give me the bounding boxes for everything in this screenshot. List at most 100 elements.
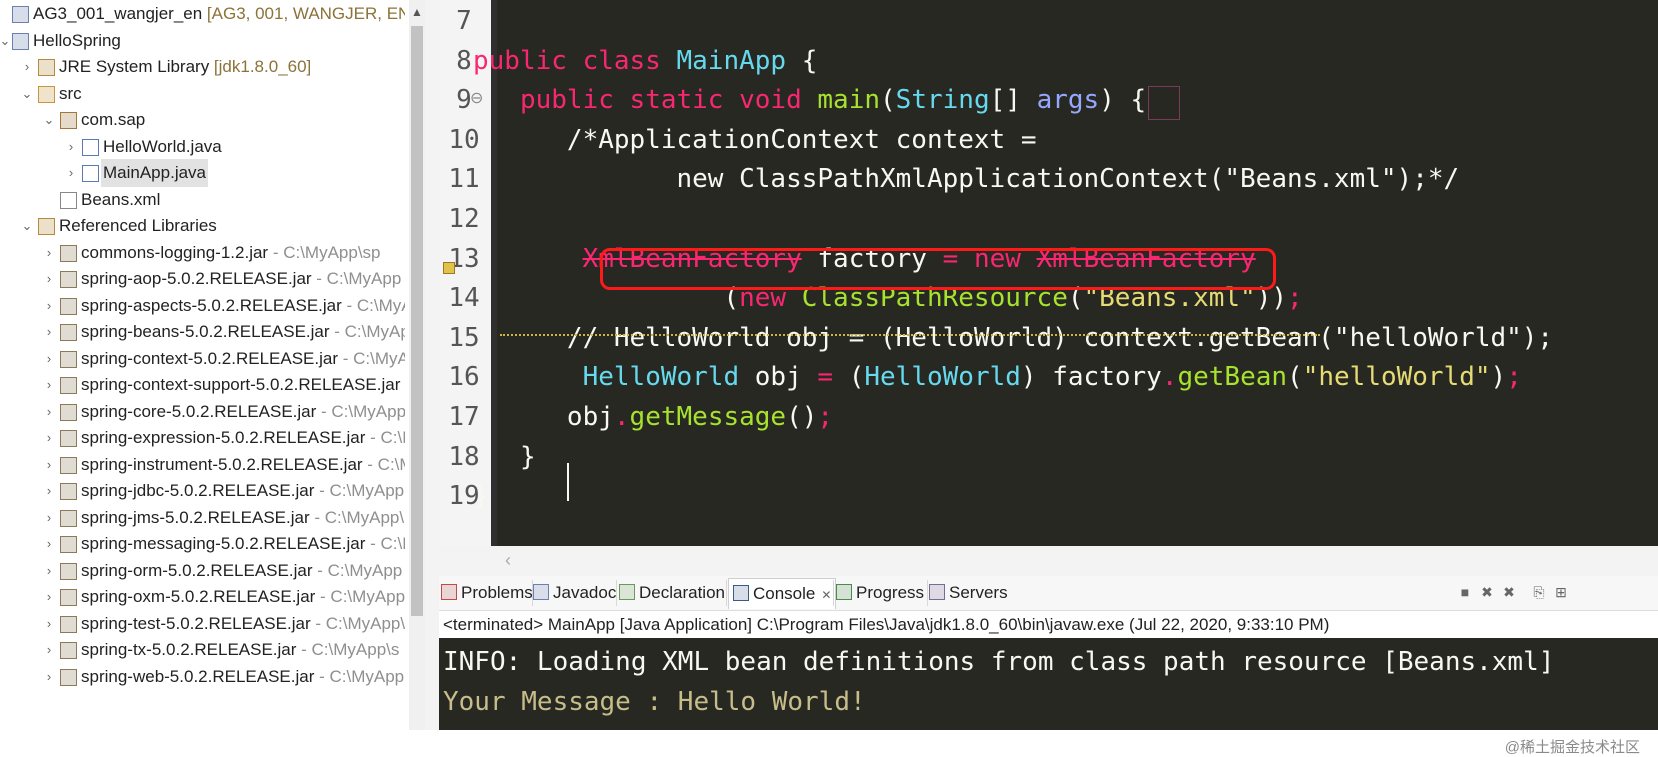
code-line: obj.getMessage(); [473, 396, 833, 438]
explorer-scroll-thumb[interactable] [411, 26, 423, 616]
code-token: obj [739, 362, 818, 393]
pin-icon[interactable]: ⊞ [1553, 584, 1569, 600]
expand-chevron-icon[interactable]: › [64, 133, 78, 161]
tree-item-path: - C:\MyApp [316, 401, 405, 421]
tree-item-label: HelloWorld.java [103, 136, 222, 156]
tree-item-path: - C:\MyA [346, 295, 405, 315]
expand-chevron-icon[interactable]: › [42, 318, 56, 346]
tab-label: Problems [461, 583, 533, 602]
jar-icon [60, 324, 77, 341]
expand-chevron-icon[interactable]: › [42, 371, 56, 399]
tree-item-label: spring-oxm-5.0.2.RELEASE.jar [81, 587, 316, 606]
scroll-lock-icon[interactable]: ⎘ [1531, 584, 1547, 600]
package-explorer: AG3_001_wangjer_en [AG3, 001, WANGJER, E… [0, 0, 405, 730]
expand-chevron-icon[interactable]: › [42, 477, 56, 505]
collapse-chevron-icon[interactable]: ⌄ [42, 106, 56, 134]
tree-item-label: spring-messaging-5.0.2.RELEASE.jar [81, 534, 366, 553]
tab-separator [726, 580, 727, 606]
collapse-chevron-icon[interactable]: ⌄ [20, 80, 34, 108]
expand-chevron-icon[interactable]: › [42, 583, 56, 611]
expand-chevron-icon[interactable]: › [42, 451, 56, 479]
tab-console[interactable]: Console ✕ [728, 578, 837, 609]
tab-problems[interactable]: Problems [441, 578, 533, 608]
line-number: 7 [456, 6, 472, 36]
expand-chevron-icon[interactable]: › [42, 504, 56, 532]
code-line: } [473, 436, 536, 478]
expand-chevron-icon[interactable]: › [42, 265, 56, 293]
tree-item-label: spring-beans-5.0.2.RELEASE.jar [81, 322, 330, 341]
console-icon [733, 585, 749, 601]
tree-item-label: src [59, 83, 82, 103]
expand-chevron-icon[interactable]: › [42, 292, 56, 320]
tree-item-label: spring-context-5.0.2.RELEASE.jar [81, 348, 339, 368]
library-icon [38, 218, 55, 235]
view-divider [425, 0, 439, 730]
code-line: } [473, 475, 489, 517]
remove-all-icon[interactable]: ✖ [1501, 584, 1517, 600]
stop-icon[interactable]: ■ [1457, 584, 1473, 600]
expand-chevron-icon[interactable]: › [42, 398, 56, 426]
expand-chevron-icon[interactable]: › [42, 530, 56, 558]
console-line-info: INFO: Loading XML bean definitions from … [443, 647, 1555, 677]
tree-item-label: Beans.xml [81, 189, 161, 209]
code-token: /*ApplicationContext context = [473, 124, 1037, 155]
close-icon[interactable]: ✕ [821, 588, 831, 602]
xml-file-icon [60, 191, 77, 209]
tree-item-label: spring-instrument-5.0.2.RELEASE.jar [81, 454, 363, 474]
jar-icon [60, 615, 77, 633]
tab-separator [927, 580, 928, 606]
expand-chevron-icon[interactable]: › [42, 424, 56, 452]
expand-chevron-icon[interactable]: › [42, 345, 56, 373]
tab-servers[interactable]: Servers [929, 578, 1008, 608]
expand-chevron-icon[interactable]: › [42, 663, 56, 691]
console-panel: Problems Javadoc Declaration Console ✕ Progre… [439, 576, 1658, 756]
editor-horizontal-scrollbar[interactable]: ‹ [439, 546, 1658, 576]
code-line: public static void main(String[] args) { [473, 79, 1146, 121]
expand-chevron-icon[interactable]: › [42, 610, 56, 638]
expand-chevron-icon[interactable]: › [42, 636, 56, 664]
jar-icon [60, 297, 77, 315]
code-token: { [786, 45, 818, 76]
tab-declaration[interactable]: Declaration [619, 578, 725, 608]
tree-item-decoration: [AG3, 001, WANGJER, EN] [202, 4, 405, 23]
tab-separator [616, 580, 617, 606]
collapse-chevron-icon[interactable]: ⌄ [0, 27, 12, 55]
jar-icon [60, 350, 77, 368]
code-token: "helloWorld" [1302, 362, 1491, 393]
watermark: @稀土掘金技术社区 [1504, 739, 1640, 756]
tab-label: Servers [949, 583, 1008, 602]
expand-chevron-icon[interactable]: › [42, 239, 56, 267]
code-token: HelloWorld [582, 362, 740, 393]
collapse-chevron-icon[interactable]: ⌄ [20, 212, 34, 240]
code-token: ; [1287, 283, 1303, 314]
expand-chevron-icon[interactable]: › [20, 53, 34, 81]
scroll-up-arrow-icon[interactable]: ▲ [409, 2, 425, 22]
scroll-left-arrow-icon[interactable]: ‹ [505, 550, 511, 571]
code-token: ) factory [1020, 362, 1162, 393]
tab-javadoc[interactable]: Javadoc [533, 578, 616, 608]
expand-chevron-icon[interactable]: › [64, 159, 78, 187]
tree-item-label: MainApp.java [103, 163, 207, 182]
tree-item-label: spring-aop-5.0.2.RELEASE.jar [81, 269, 312, 288]
console-output[interactable]: INFO: Loading XML bean definitions from … [439, 638, 1658, 756]
project-icon [12, 6, 29, 23]
code-line: // HelloWorld obj = (HelloWorld) context… [473, 317, 1553, 359]
tree-item-label: spring-expression-5.0.2.RELEASE.jar [81, 428, 366, 447]
explorer-scrollbar[interactable]: ▲ [409, 0, 425, 730]
remove-icon[interactable]: ✖ [1479, 584, 1495, 600]
tree-item-label: spring-jdbc-5.0.2.RELEASE.jar [81, 481, 315, 500]
fold-marker-icon[interactable]: ⊖ [470, 88, 483, 108]
tree-item-path: - C:\MyApp [315, 587, 405, 606]
tree-item-label: spring-web-5.0.2.RELEASE.jar [81, 666, 315, 686]
expand-chevron-icon[interactable]: › [42, 557, 56, 585]
tree-item-label: com.sap [81, 110, 146, 129]
warning-marker-icon[interactable] [443, 262, 455, 274]
source-folder-icon [38, 85, 55, 103]
code-token: public static void [519, 85, 818, 116]
tree-item-label: spring-core-5.0.2.RELEASE.jar [81, 401, 317, 421]
tree-item-path: - C:\MyA [338, 348, 405, 368]
tab-progress[interactable]: Progress [836, 578, 924, 608]
code-token: main [817, 85, 881, 116]
